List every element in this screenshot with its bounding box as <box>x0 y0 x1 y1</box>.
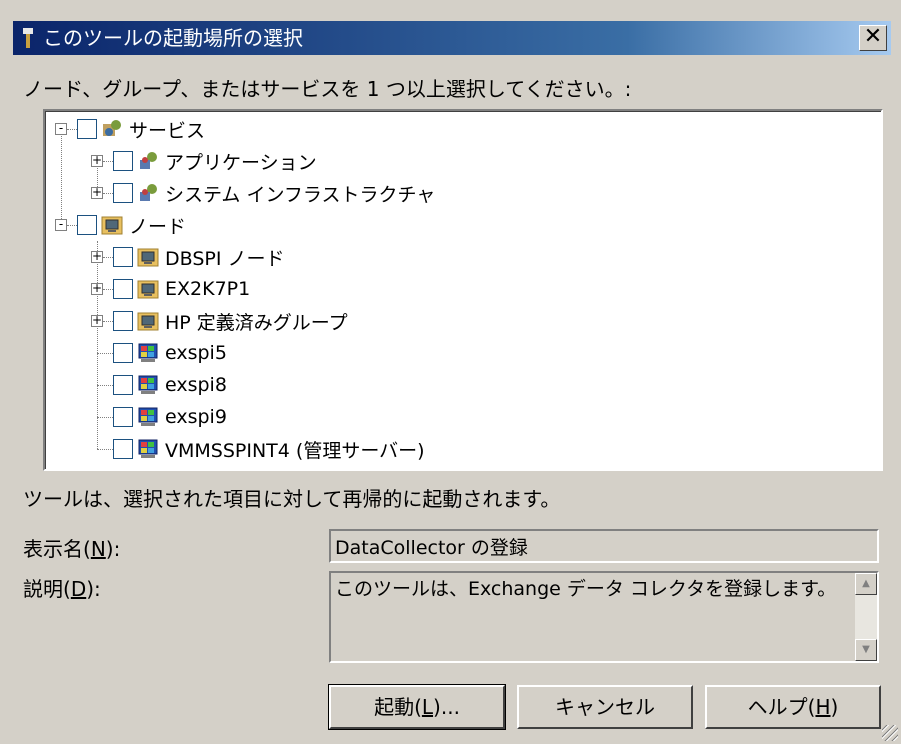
title-bar: このツールの起動場所の選択 ✕ <box>13 21 891 55</box>
cancel-button[interactable]: キャンセル <box>517 685 693 729</box>
tree-item-checkbox[interactable] <box>113 311 133 331</box>
display-name-label: 表示名(N): <box>23 537 121 561</box>
tree-item[interactable]: サービス <box>77 113 205 145</box>
tree-item-label: サービス <box>129 119 206 142</box>
description-text: このツールは、Exchange データ コレクタを登録します。 <box>335 578 837 600</box>
tree-connector-line <box>103 289 113 290</box>
dialog-title: このツールの起動場所の選択 <box>43 26 303 50</box>
tree-item-checkbox[interactable] <box>113 279 133 299</box>
services-icon <box>101 118 123 140</box>
application-icon <box>137 150 159 172</box>
tree-item[interactable]: HP 定義済みグループ <box>113 305 348 337</box>
tree-item[interactable]: VMMSSPINT4 (管理サーバー) <box>113 433 425 465</box>
expand-toggle-icon[interactable]: + <box>91 186 103 199</box>
tree-connector-line <box>97 353 113 354</box>
tree-item[interactable]: exspi5 <box>113 337 227 369</box>
tree-item[interactable]: EX2K7P1 <box>113 273 250 305</box>
node-group-icon <box>137 278 159 300</box>
tree-connector-line <box>97 449 113 450</box>
tree-connector-line <box>103 257 113 258</box>
expand-toggle-icon[interactable]: + <box>91 250 103 263</box>
tree-item-checkbox[interactable] <box>113 151 133 171</box>
description-label: 説明(D): <box>23 577 101 601</box>
selection-prompt: ノード、グループ、またはサービスを 1 つ以上選択してください。: <box>23 77 632 101</box>
tree-connector-line <box>103 321 113 322</box>
tree-connector-line <box>67 225 77 226</box>
computer-node-icon <box>137 406 159 428</box>
system-infrastructure-icon <box>137 182 159 204</box>
tree-item-label: exspi8 <box>165 374 227 396</box>
scroll-up-arrow-icon[interactable]: ▲ <box>855 573 877 595</box>
tree-item-checkbox[interactable] <box>113 183 133 203</box>
tree-item-label: HP 定義済みグループ <box>165 311 348 334</box>
description-scrollbar[interactable]: ▲ ▼ <box>855 573 877 661</box>
tree-connector-line <box>61 129 62 225</box>
tree-item-checkbox[interactable] <box>77 119 97 139</box>
description-field[interactable]: このツールは、Exchange データ コレクタを登録します。 ▲ ▼ <box>329 571 879 663</box>
tree-item[interactable]: exspi8 <box>113 369 227 401</box>
tool-icon <box>23 28 33 48</box>
expand-toggle-icon[interactable]: + <box>91 282 103 295</box>
computer-node-icon <box>137 374 159 396</box>
tree-item-checkbox[interactable] <box>113 439 133 459</box>
recursive-info-text: ツールは、選択された項目に対して再帰的に起動されます。 <box>23 487 561 511</box>
collapse-toggle-icon[interactable]: - <box>55 218 67 231</box>
tree-item[interactable]: アプリケーション <box>113 145 317 177</box>
node-group-icon <box>137 310 159 332</box>
launch-button[interactable]: 起動(L)... <box>328 684 506 730</box>
scroll-down-arrow-icon[interactable]: ▼ <box>855 639 877 661</box>
launch-location-dialog: このツールの起動場所の選択 ✕ ノード、グループ、またはサービスを 1 つ以上選… <box>0 0 901 744</box>
tree-connector-line <box>103 193 113 194</box>
tree-connector-line <box>103 161 113 162</box>
close-button[interactable]: ✕ <box>859 25 887 51</box>
computer-node-icon <box>137 342 159 364</box>
help-button[interactable]: ヘルプ(H) <box>705 685 881 729</box>
node-group-icon <box>137 246 159 268</box>
tree-item-label: アプリケーション <box>165 151 317 174</box>
expand-toggle-icon[interactable]: + <box>91 154 103 167</box>
tree-item-checkbox[interactable] <box>113 375 133 395</box>
target-tree[interactable]: - サービス + アプリケーション + システム インフラストラクチャ - ノード + DBSPI… <box>43 109 883 471</box>
tree-item-label: EX2K7P1 <box>165 278 251 300</box>
tree-item-label: ノード <box>129 215 187 238</box>
tree-connector-line <box>97 385 113 386</box>
tree-item[interactable]: exspi9 <box>113 401 227 433</box>
tree-item-label: システム インフラストラクチャ <box>165 183 436 206</box>
tree-item[interactable]: システム インフラストラクチャ <box>113 177 435 209</box>
display-name-field[interactable]: DataCollector の登録 <box>329 529 879 563</box>
tree-item-label: VMMSSPINT4 (管理サーバー) <box>165 439 425 462</box>
tree-item-checkbox[interactable] <box>77 215 97 235</box>
expand-toggle-icon[interactable]: + <box>91 314 103 327</box>
tree-connector-line <box>97 417 113 418</box>
tree-item[interactable]: DBSPI ノード <box>113 241 285 273</box>
tree-item-checkbox[interactable] <box>113 407 133 427</box>
tree-item-checkbox[interactable] <box>113 343 133 363</box>
collapse-toggle-icon[interactable]: - <box>55 122 67 135</box>
tree-connector-line <box>67 129 77 130</box>
tree-item[interactable]: ノード <box>77 209 186 241</box>
tree-item-label: exspi9 <box>165 406 227 428</box>
computer-node-icon <box>137 438 159 460</box>
tree-item-checkbox[interactable] <box>113 247 133 267</box>
tree-item-label: DBSPI ノード <box>165 247 285 270</box>
resize-grip-icon[interactable] <box>882 725 898 741</box>
nodes-folder-icon <box>101 214 123 236</box>
tree-item-label: exspi5 <box>165 342 227 364</box>
